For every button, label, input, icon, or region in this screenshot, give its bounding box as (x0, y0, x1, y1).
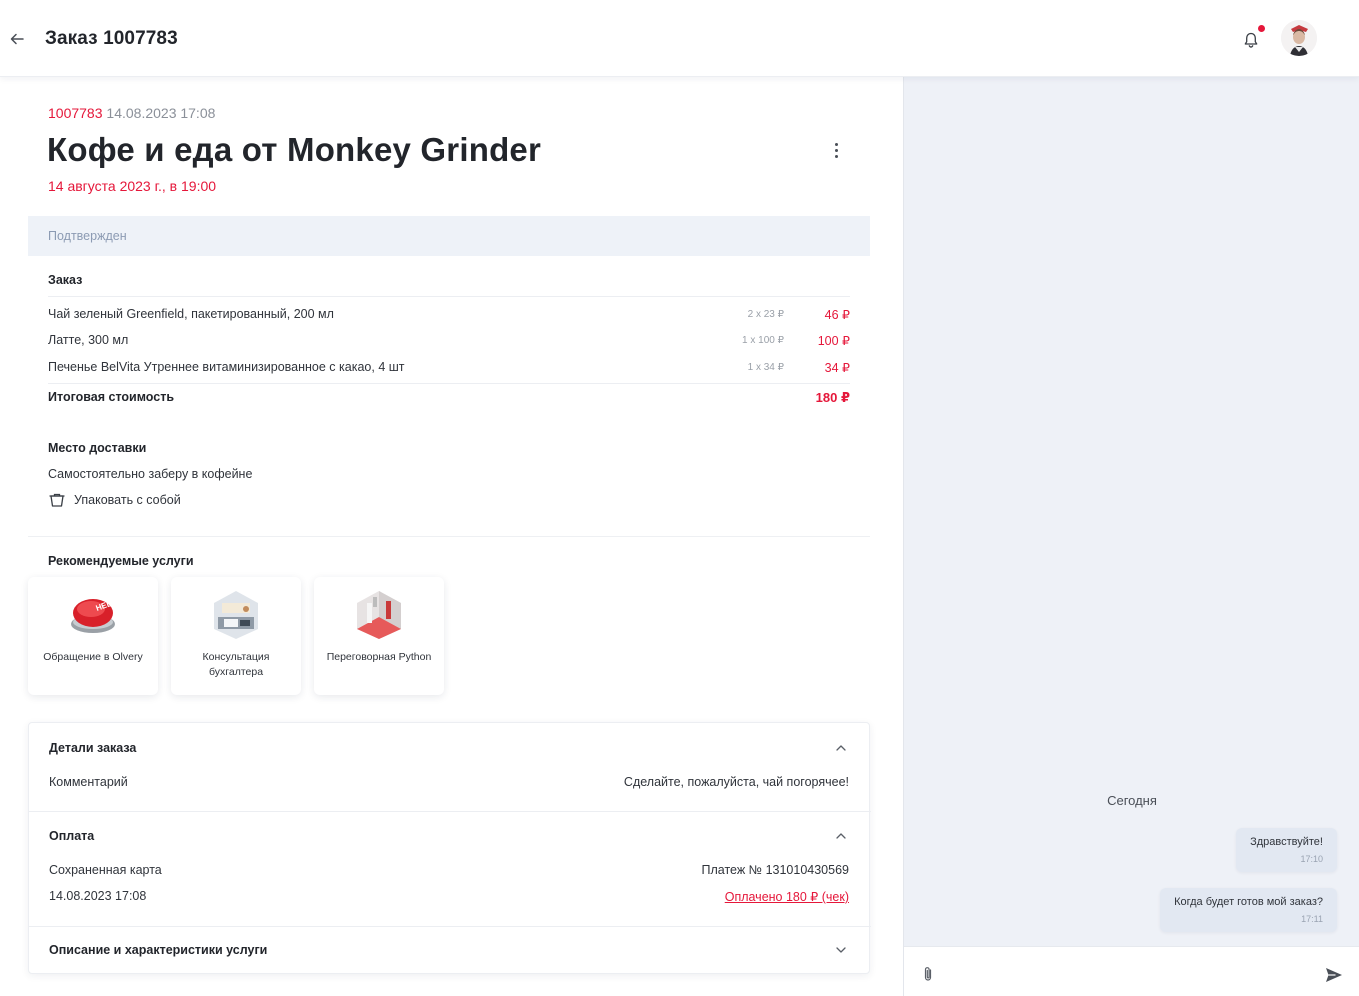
description-title[interactable]: Описание и характеристики услуги (49, 943, 267, 957)
comment-value: Сделайте, пожалуйста, чай погорячее! (623, 775, 849, 789)
avatar[interactable] (1281, 20, 1317, 56)
chevron-up-icon[interactable] (834, 741, 848, 755)
delivery-title: Место доставки (48, 441, 147, 455)
status-bar: Подтвержден (28, 216, 870, 256)
chat-message-time: 17:11 (1301, 914, 1323, 924)
order-item-qty: 1 x 100 ₽ (742, 335, 784, 346)
chat-message-text: Здравствуйте! (1250, 836, 1323, 848)
more-menu-icon[interactable] (828, 139, 844, 161)
meeting-room-image (353, 589, 405, 641)
items-section-title: Заказ (48, 273, 83, 287)
notification-dot (1258, 25, 1265, 32)
order-item-name: Чай зеленый Greenfield, пакетированный, … (48, 307, 334, 321)
order-item-price: 46 ₽ (824, 308, 850, 322)
chevron-down-icon[interactable] (834, 943, 848, 957)
order-number: 1007783 (48, 105, 103, 121)
order-item-name: Печенье BelVita Утреннее витаминизирован… (48, 360, 405, 374)
accordion-panel: Детали заказа Комментарий Сделайте, пожа… (28, 722, 871, 974)
delivery-text: Самостоятельно заберу в кофейне (48, 467, 253, 481)
order-title: Кофе и еда от Monkey Grinder (47, 131, 542, 168)
service-card-olvery[interactable]: HELP Обращение в Olvery (28, 577, 158, 695)
order-meta: 1007783 14.08.2023 17:08 (48, 105, 215, 121)
total-label: Итоговая стоимость (48, 390, 175, 404)
chat-message-time: 17:10 (1300, 854, 1323, 864)
order-item-price: 34 ₽ (824, 361, 850, 375)
pack-label: Упаковать с собой (74, 493, 181, 507)
order-item-qty: 1 x 34 ₽ (747, 362, 784, 373)
service-card-label: Консультация бухгалтера (202, 651, 270, 678)
bag-icon (49, 493, 65, 507)
divider (48, 383, 850, 384)
payment-title[interactable]: Оплата (49, 829, 94, 843)
payment-date: 14.08.2023 17:08 (49, 889, 147, 903)
total-value: 180 ₽ (815, 390, 850, 405)
services-title: Рекомендуемые услуги (48, 554, 194, 568)
chat-message: Когда будет готов мой заказ? 17:11 (1160, 888, 1337, 932)
status-badge: Подтвержден (48, 229, 127, 243)
divider (48, 296, 850, 297)
order-datetime: 14.08.2023 17:08 (106, 105, 216, 121)
payment-number: Платеж № 131010430569 (701, 863, 850, 877)
divider (29, 926, 871, 927)
page-title: Заказ 1007783 (45, 28, 178, 49)
bell-icon[interactable] (1241, 30, 1261, 50)
chat-message-text: Когда будет готов мой заказ? (1174, 896, 1323, 908)
service-card-label: Переговорная Python (326, 651, 432, 663)
service-card-python[interactable]: Переговорная Python (314, 577, 444, 695)
back-arrow-icon[interactable] (6, 28, 28, 50)
order-item-name: Латте, 300 мл (48, 333, 129, 347)
send-icon[interactable] (1324, 966, 1344, 984)
service-card-label: Обращение в Olvery (43, 651, 143, 663)
divider (28, 536, 870, 537)
payment-method: Сохраненная карта (49, 863, 162, 877)
paperclip-icon[interactable] (921, 965, 935, 983)
order-item-qty: 2 x 23 ₽ (747, 309, 784, 320)
details-title[interactable]: Детали заказа (49, 741, 136, 755)
order-main: 1007783 14.08.2023 17:08 Кофе и еда от M… (0, 77, 903, 996)
chat-message: Здравствуйте! 17:10 (1236, 828, 1337, 872)
chat-panel: Сегодня Здравствуйте! 17:10 Когда будет … (903, 77, 1359, 996)
chevron-up-icon[interactable] (834, 829, 848, 843)
accountant-desk-image (210, 589, 262, 641)
paid-receipt-link[interactable]: Оплачено 180 ₽ (чек) (725, 889, 849, 904)
divider (29, 811, 871, 812)
order-scheduled-date: 14 августа 2023 г., в 19:00 (48, 178, 217, 194)
top-bar: Заказ 1007783 (0, 0, 1359, 77)
pack-option[interactable]: Упаковать с собой (48, 492, 181, 508)
order-item-price: 100 ₽ (817, 334, 850, 348)
service-card-accountant[interactable]: Консультация бухгалтера (171, 577, 301, 695)
chat-day-label: Сегодня (1107, 793, 1157, 808)
help-button-image: HELP (67, 589, 119, 641)
chat-input-bar[interactable] (904, 946, 1359, 996)
comment-label: Комментарий (49, 775, 128, 789)
